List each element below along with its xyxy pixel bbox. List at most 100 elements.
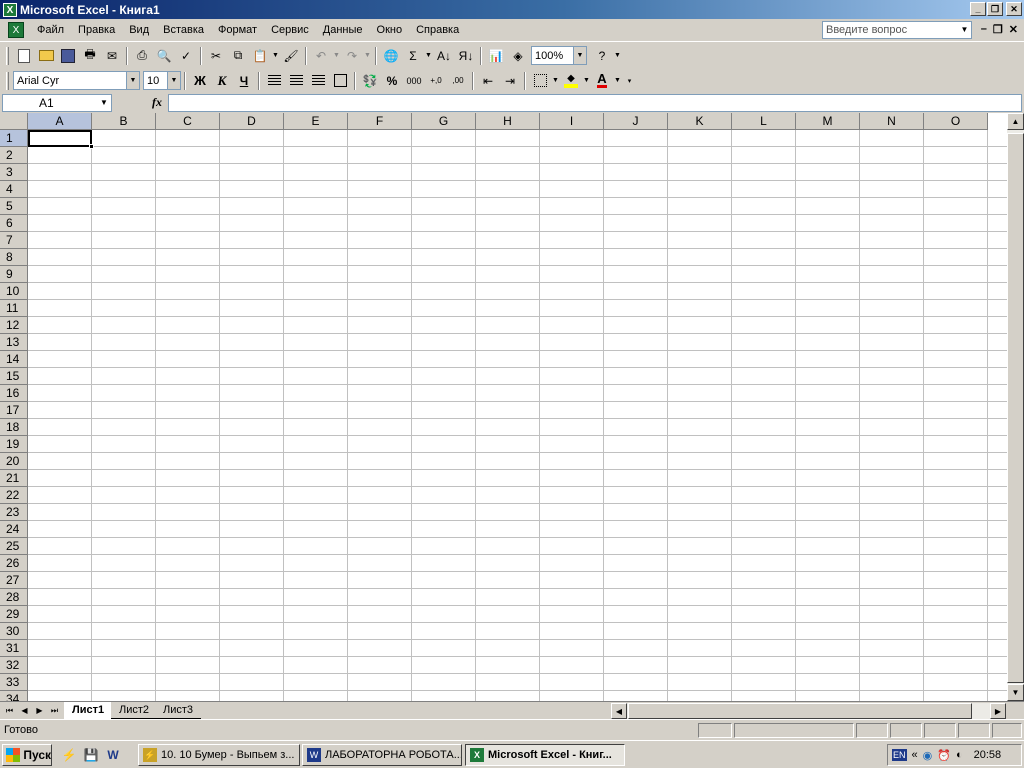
undo-dropdown[interactable]: ▼ [332,52,341,59]
network-icon[interactable]: ◉ [923,749,933,762]
ask-question-input[interactable]: Введите вопрос [822,21,972,39]
save-button[interactable] [57,45,79,67]
row-header-23[interactable]: 23 [0,504,28,521]
print-button[interactable]: ⎙ [131,45,153,67]
row-header-11[interactable]: 11 [0,300,28,317]
column-header-b[interactable]: B [92,113,156,130]
redo-button[interactable]: ↷ [341,45,363,67]
help-button[interactable]: ? [591,45,613,67]
close-button[interactable]: ✕ [1006,2,1022,16]
borders-button[interactable] [529,70,551,92]
row-header-3[interactable]: 3 [0,164,28,181]
help-dropdown[interactable]: ▼ [613,52,622,59]
sheet-tab-2[interactable]: Лист2 [111,702,158,719]
row-header-31[interactable]: 31 [0,640,28,657]
row-header-28[interactable]: 28 [0,589,28,606]
row-header-17[interactable]: 17 [0,402,28,419]
row-header-7[interactable]: 7 [0,232,28,249]
row-header-9[interactable]: 9 [0,266,28,283]
font-size-select[interactable]: 10 ▼ [143,71,181,90]
alarm-icon[interactable]: ⏰ [937,749,951,762]
row-header-16[interactable]: 16 [0,385,28,402]
speaker-icon[interactable]: ◐ [956,749,963,761]
copy-button[interactable]: ⧉ [227,45,249,67]
format-painter-button[interactable]: 🖌 [280,45,302,67]
currency-button[interactable]: 💱 [359,70,381,92]
row-header-4[interactable]: 4 [0,181,28,198]
column-header-e[interactable]: E [284,113,348,130]
menu-insert[interactable]: Вставка [156,24,211,36]
paste-button[interactable]: 📋 [249,45,271,67]
menu-file[interactable]: Файл [30,24,71,36]
task-excel[interactable]: X Microsoft Excel - Книг... [465,744,625,766]
menu-edit[interactable]: Правка [71,24,122,36]
bold-button[interactable]: Ж [189,70,211,92]
paste-dropdown[interactable]: ▼ [271,52,280,59]
cut-button[interactable]: ✂ [205,45,227,67]
column-header-l[interactable]: L [732,113,796,130]
row-header-27[interactable]: 27 [0,572,28,589]
last-sheet-button[interactable]: ⏭ [48,704,61,717]
align-right-button[interactable] [307,70,329,92]
undo-button[interactable]: ↶ [310,45,332,67]
scroll-down-button[interactable]: ▼ [1007,684,1024,701]
fill-color-button[interactable]: ◆ [560,70,582,92]
horizontal-scroll-thumb[interactable] [628,703,972,719]
workbook-close-button[interactable]: ✕ [1009,23,1018,36]
open-button[interactable] [35,45,57,67]
scroll-right-button[interactable]: ▶ [990,703,1006,719]
chevron-down-icon[interactable]: ▼ [958,22,971,38]
cell-area[interactable] [28,130,1007,701]
menu-help[interactable]: Справка [409,24,466,36]
permission-button[interactable]: 🖶 [79,45,101,67]
redo-dropdown[interactable]: ▼ [363,52,372,59]
row-header-18[interactable]: 18 [0,419,28,436]
name-box[interactable]: A1 ▼ [2,94,112,112]
row-header-20[interactable]: 20 [0,453,28,470]
menu-window[interactable]: Окно [370,24,410,36]
column-header-f[interactable]: F [348,113,412,130]
task-winamp[interactable]: ⚡ 10. 10 Бумер - Выпьем з... [138,744,300,766]
decrease-decimal-button[interactable]: ,00 [447,70,469,92]
tray-expand-chevron[interactable]: « [912,749,918,761]
email-button[interactable]: ✉ [101,45,123,67]
select-all-corner[interactable] [0,113,28,130]
autosum-dropdown[interactable]: ▼ [424,52,433,59]
font-color-button[interactable]: A [591,70,613,92]
row-header-5[interactable]: 5 [0,198,28,215]
toolbar-grip[interactable] [6,71,9,90]
column-header-i[interactable]: I [540,113,604,130]
print-preview-button[interactable]: 🔍 [153,45,175,67]
row-header-29[interactable]: 29 [0,606,28,623]
column-header-a[interactable]: A [28,113,92,130]
underline-button[interactable]: Ч [233,70,255,92]
row-header-32[interactable]: 32 [0,657,28,674]
horizontal-scrollbar[interactable]: ◀ ▶ [611,703,1006,719]
sort-descending-button[interactable]: Я↓ [455,45,477,67]
minimize-button[interactable]: _ [970,2,986,16]
menu-view[interactable]: Вид [122,24,156,36]
fill-handle[interactable] [89,144,94,149]
autosum-button[interactable]: Σ [402,45,424,67]
row-header-26[interactable]: 26 [0,555,28,572]
row-header-19[interactable]: 19 [0,436,28,453]
chart-wizard-button[interactable]: 📊 [485,45,507,67]
workbook-restore-button[interactable]: ❐ [993,23,1003,36]
next-sheet-button[interactable]: ▶ [33,704,46,717]
vertical-scroll-thumb[interactable] [1007,133,1024,683]
row-header-15[interactable]: 15 [0,368,28,385]
menu-tools[interactable]: Сервис [264,24,316,36]
scroll-left-button[interactable]: ◀ [611,703,627,719]
sheet-tab-1[interactable]: Лист1 [64,702,113,719]
active-cell[interactable] [28,130,92,147]
row-header-25[interactable]: 25 [0,538,28,555]
toolbar-options-dropdown[interactable]: ▾ [625,77,634,85]
sheet-tab-3[interactable]: Лист3 [155,702,202,719]
prev-sheet-button[interactable]: ◀ [18,704,31,717]
font-name-select[interactable]: Arial Cyr ▼ [13,71,140,90]
scroll-up-button[interactable]: ▲ [1007,113,1024,130]
borders-dropdown[interactable]: ▼ [551,77,560,84]
column-header-c[interactable]: C [156,113,220,130]
column-header-h[interactable]: H [476,113,540,130]
chevron-down-icon[interactable]: ▼ [126,72,139,89]
